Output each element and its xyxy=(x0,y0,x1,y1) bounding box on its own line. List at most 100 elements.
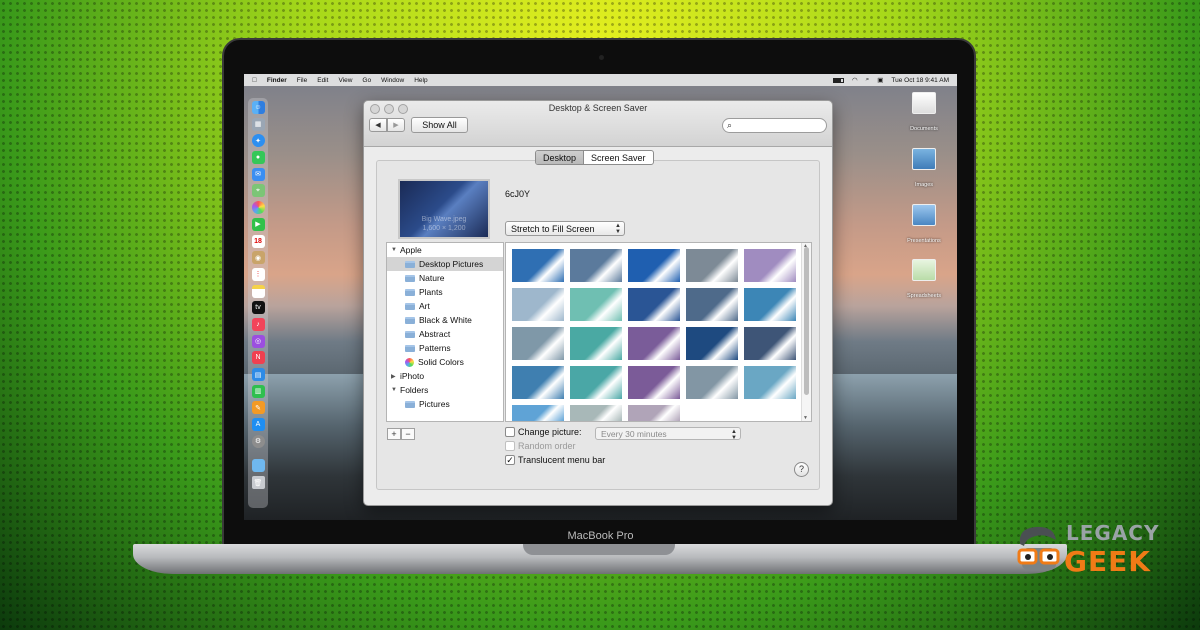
search-input[interactable]: ⌕ xyxy=(722,118,827,133)
disclosure-closed-icon[interactable]: ▶ xyxy=(391,373,400,380)
source-item[interactable]: Pictures xyxy=(387,397,503,411)
wallpaper-thumbnail[interactable] xyxy=(570,249,622,282)
desktop-icon-documents[interactable]: Documents xyxy=(894,92,954,135)
logo-line-2: GEEK xyxy=(1064,545,1151,578)
wallpaper-thumbnail[interactable] xyxy=(628,366,680,399)
wifi-icon[interactable]: ◠ xyxy=(852,76,858,84)
wallpaper-thumbnail[interactable] xyxy=(628,288,680,321)
wallpaper-thumbnail[interactable] xyxy=(628,249,680,282)
reminders-icon[interactable]: ⋮ xyxy=(251,267,265,281)
wallpaper-thumbnail[interactable] xyxy=(744,249,796,282)
photos-icon[interactable] xyxy=(251,201,265,215)
source-item[interactable]: Nature xyxy=(387,271,503,285)
maps-icon[interactable]: ⌖ xyxy=(251,184,265,198)
launchpad-icon[interactable]: ▦ xyxy=(251,117,265,131)
wallpaper-thumbnail[interactable] xyxy=(512,249,564,282)
podcasts-icon[interactable]: ◎ xyxy=(251,334,265,348)
news-icon[interactable]: N xyxy=(251,351,265,365)
app-store-icon[interactable]: A xyxy=(251,418,265,432)
mail-icon[interactable]: ✉ xyxy=(251,167,265,181)
contacts-icon[interactable]: ◉ xyxy=(251,251,265,265)
user-icon[interactable]: ▣ xyxy=(877,76,883,84)
wallpaper-thumbnail[interactable] xyxy=(570,366,622,399)
fit-option-select[interactable]: Stretch to Fill Screen ▲ ▼ xyxy=(505,221,625,236)
tab-desktop[interactable]: Desktop xyxy=(536,151,584,164)
tv-icon[interactable]: tv xyxy=(251,301,265,315)
menu-help[interactable]: Help xyxy=(414,77,427,84)
facetime-icon[interactable]: ▶ xyxy=(251,217,265,231)
wallpaper-thumbnail[interactable] xyxy=(570,327,622,360)
source-item[interactable]: ▼ Folders xyxy=(387,383,503,397)
wallpaper-thumbnail[interactable] xyxy=(628,327,680,360)
wallpaper-thumbnail[interactable] xyxy=(686,366,738,399)
menu-view[interactable]: View xyxy=(338,77,352,84)
change-picture-checkbox[interactable] xyxy=(505,427,515,437)
desktop-icon-label: Presentations xyxy=(907,238,941,244)
apple-icon[interactable]:  xyxy=(252,77,257,84)
menubar-clock[interactable]: Tue Oct 18 9:41 AM xyxy=(891,77,949,84)
wallpaper-thumbnail[interactable] xyxy=(744,327,796,360)
scroll-thumb[interactable] xyxy=(804,247,809,395)
random-order-option[interactable]: Random order xyxy=(505,441,576,451)
safari-icon[interactable]: ✦ xyxy=(251,134,265,148)
numbers-icon[interactable]: ▥ xyxy=(251,384,265,398)
wallpaper-thumbnail[interactable] xyxy=(686,327,738,360)
help-button[interactable]: ? xyxy=(794,462,809,477)
source-item[interactable]: Art xyxy=(387,299,503,313)
interval-select[interactable]: Every 30 minutes ▲ ▼ xyxy=(595,427,741,441)
wallpaper-thumbnail[interactable] xyxy=(628,405,680,421)
menu-app-name[interactable]: Finder xyxy=(267,77,287,84)
grid-scrollbar[interactable]: ▲ ▼ xyxy=(801,243,811,421)
source-item[interactable]: Solid Colors xyxy=(387,355,503,369)
wallpaper-thumbnail[interactable] xyxy=(744,288,796,321)
wallpaper-thumbnail[interactable] xyxy=(512,327,564,360)
translucent-checkbox[interactable]: ✓ xyxy=(505,455,515,465)
system-preferences-icon[interactable]: ⚙ xyxy=(251,434,265,448)
menu-go[interactable]: Go xyxy=(362,77,371,84)
wallpaper-thumbnail[interactable] xyxy=(570,288,622,321)
show-all-button[interactable]: Show All xyxy=(411,117,468,133)
add-folder-button[interactable]: + xyxy=(387,428,401,440)
change-picture-option[interactable]: Change picture: xyxy=(505,427,582,437)
scroll-down-icon[interactable]: ▼ xyxy=(803,415,808,421)
wallpaper-thumbnail[interactable] xyxy=(686,249,738,282)
spotlight-icon[interactable]: ⌕ xyxy=(866,76,870,84)
trash-icon[interactable]: 🗑 xyxy=(251,476,265,490)
source-item[interactable]: ▼ Apple xyxy=(387,243,503,257)
wallpaper-thumbnail[interactable] xyxy=(570,405,622,421)
calendar-icon[interactable]: 18 xyxy=(251,234,265,248)
folder-icon[interactable] xyxy=(251,459,265,473)
wallpaper-thumbnail[interactable] xyxy=(512,288,564,321)
disclosure-open-icon[interactable]: ▼ xyxy=(391,247,400,253)
battery-icon[interactable] xyxy=(832,77,844,83)
disclosure-open-icon[interactable]: ▼ xyxy=(391,387,400,393)
tab-screen-saver[interactable]: Screen Saver xyxy=(584,151,653,164)
messages-icon[interactable]: ● xyxy=(251,151,265,165)
source-item[interactable]: Patterns xyxy=(387,341,503,355)
keynote-icon[interactable]: ▤ xyxy=(251,368,265,381)
source-item[interactable]: ▶ iPhoto xyxy=(387,369,503,383)
translucent-menubar-option[interactable]: ✓ Translucent menu bar xyxy=(505,455,605,465)
wallpaper-thumbnail[interactable] xyxy=(744,366,796,399)
menu-edit[interactable]: Edit xyxy=(317,77,328,84)
random-order-checkbox[interactable] xyxy=(505,441,515,451)
desktop-icon-images[interactable]: Images xyxy=(894,148,954,191)
source-item[interactable]: Desktop Pictures xyxy=(387,257,503,271)
desktop-icon-spreadsheets[interactable]: Spreadsheets xyxy=(894,259,954,302)
source-item[interactable]: Abstract xyxy=(387,327,503,341)
menu-file[interactable]: File xyxy=(297,77,307,84)
source-item[interactable]: Black & White xyxy=(387,313,503,327)
source-item[interactable]: Plants xyxy=(387,285,503,299)
remove-folder-button[interactable]: − xyxy=(401,428,415,440)
wallpaper-thumbnail[interactable] xyxy=(512,405,564,421)
pages-icon[interactable]: ✎ xyxy=(251,401,265,415)
desktop-icon-presentations[interactable]: Presentations xyxy=(894,204,954,247)
back-button[interactable]: ◀ xyxy=(369,118,387,132)
notes-icon[interactable] xyxy=(251,284,265,298)
finder-icon[interactable]: ☺ xyxy=(251,101,265,114)
forward-button[interactable]: ▶ xyxy=(387,118,405,132)
music-icon[interactable]: ♪ xyxy=(251,317,265,331)
wallpaper-thumbnail[interactable] xyxy=(686,288,738,321)
wallpaper-thumbnail[interactable] xyxy=(512,366,564,399)
menu-window[interactable]: Window xyxy=(381,77,404,84)
